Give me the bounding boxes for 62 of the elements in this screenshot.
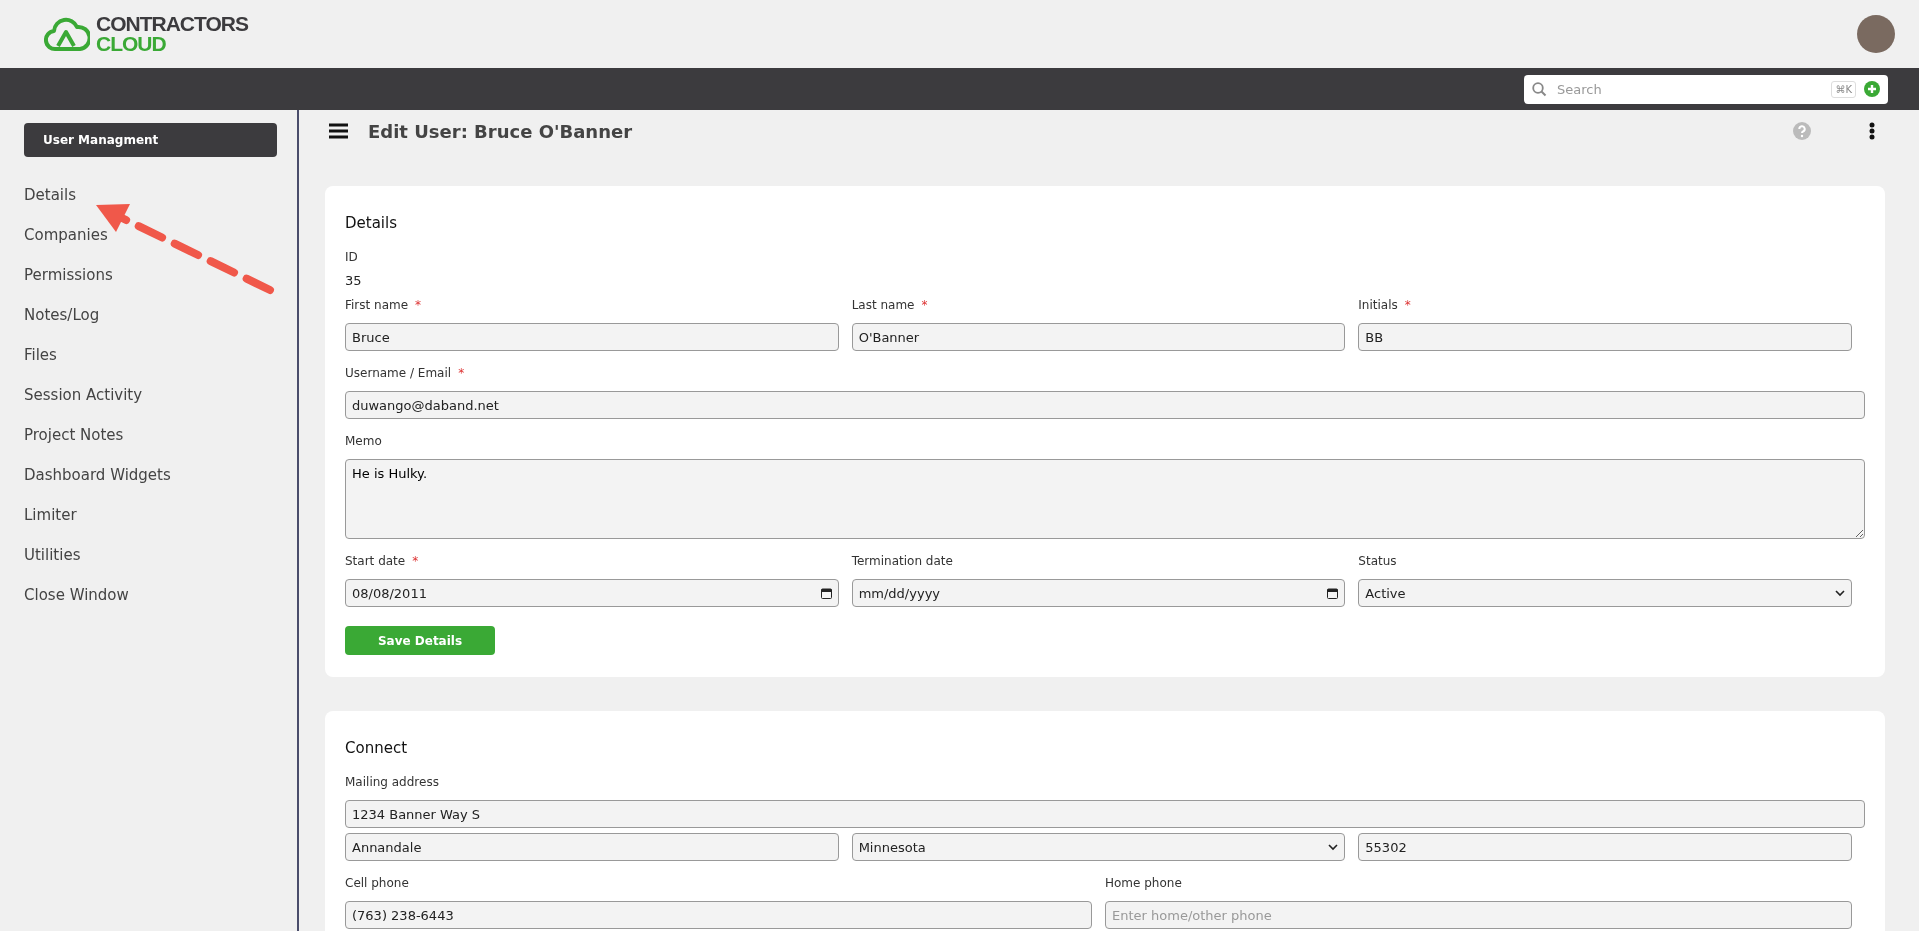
select-field[interactable]: Active [1358, 579, 1852, 607]
required-mark: * [1404, 298, 1411, 312]
more-options-icon[interactable] [1869, 122, 1875, 140]
field-label: Termination date [851, 554, 953, 568]
search-input[interactable]: Search [1555, 80, 1824, 98]
required-mark: * [458, 366, 465, 380]
calendar-icon [1327, 587, 1339, 599]
text-field[interactable]: 1234 Banner Way S [345, 800, 1865, 828]
field-label: Status [1358, 554, 1397, 568]
text-field[interactable]: BB [1358, 323, 1852, 351]
text-field[interactable]: (763) 238-6443 [345, 901, 1092, 929]
text-field[interactable]: 55302 [1358, 833, 1852, 861]
sidebar-item[interactable]: Permissions [24, 255, 113, 295]
text-field[interactable]: Bruce [345, 323, 839, 351]
sidebar-item[interactable]: Limiter [24, 495, 77, 535]
text-field[interactable]: O'Banner [851, 323, 1346, 351]
required-mark: * [412, 554, 419, 568]
logo-text: CONTRACTORS [96, 14, 248, 34]
avatar[interactable] [1857, 15, 1895, 53]
field-label: First name [345, 298, 409, 312]
page-title: Edit User: Bruce O'Banner [368, 120, 634, 142]
sidebar-item[interactable]: Utilities [24, 535, 81, 575]
search-field[interactable]: Search ⌘K [1524, 74, 1888, 104]
field-label: Initials [1358, 298, 1398, 312]
chevron-down-icon [1835, 589, 1845, 597]
required-mark: * [921, 298, 928, 312]
required-mark: * [415, 298, 422, 312]
date-field[interactable]: 08/08/2011 [345, 579, 839, 607]
shortcut-hint: ⌘K [1831, 80, 1856, 98]
calendar-icon [820, 587, 832, 599]
field-label: Last name [851, 298, 915, 312]
text-field[interactable]: duwango@daband.net [345, 391, 1865, 419]
cloud-logo-icon [44, 16, 90, 52]
menu-icon[interactable] [329, 123, 348, 139]
sidebar-item[interactable]: Details [24, 175, 76, 215]
sidebar-item[interactable]: Companies [24, 215, 108, 255]
sidebar-item[interactable]: Notes/Log [24, 295, 100, 335]
logo-text: CLOUD [96, 34, 167, 54]
field-label: ID [345, 250, 359, 265]
field-label: Cell phone [345, 876, 409, 890]
text-field[interactable]: Enter home/other phone [1105, 901, 1852, 929]
field-label: Home phone [1105, 876, 1182, 890]
field-label: Username / Email [345, 366, 452, 380]
plus-icon[interactable] [1864, 81, 1880, 97]
sidebar-item[interactable]: Dashboard Widgets [24, 455, 171, 495]
field-label: Mailing address [345, 775, 439, 789]
sidebar-item[interactable]: Files [24, 335, 57, 375]
field-label: Memo [345, 434, 382, 448]
date-field[interactable]: mm/dd/yyyy [851, 579, 1346, 607]
text-field[interactable]: Annandale [345, 833, 839, 861]
chevron-down-icon [1328, 843, 1339, 851]
sidebar-item[interactable]: Session Activity [24, 375, 143, 415]
sidebar-item[interactable]: Project Notes [24, 415, 124, 455]
select-field[interactable]: Minnesota [851, 833, 1346, 861]
section-title: Details [345, 214, 398, 232]
section-title: Connect [345, 739, 409, 757]
memo-field[interactable]: He is Hulky. [345, 459, 1865, 539]
sidebar-heading: User Managment [24, 123, 277, 157]
field-label: Start date [345, 554, 406, 568]
search-icon [1532, 81, 1547, 97]
sidebar-item[interactable]: Close Window [24, 575, 129, 615]
id-value: 35 [345, 273, 363, 288]
